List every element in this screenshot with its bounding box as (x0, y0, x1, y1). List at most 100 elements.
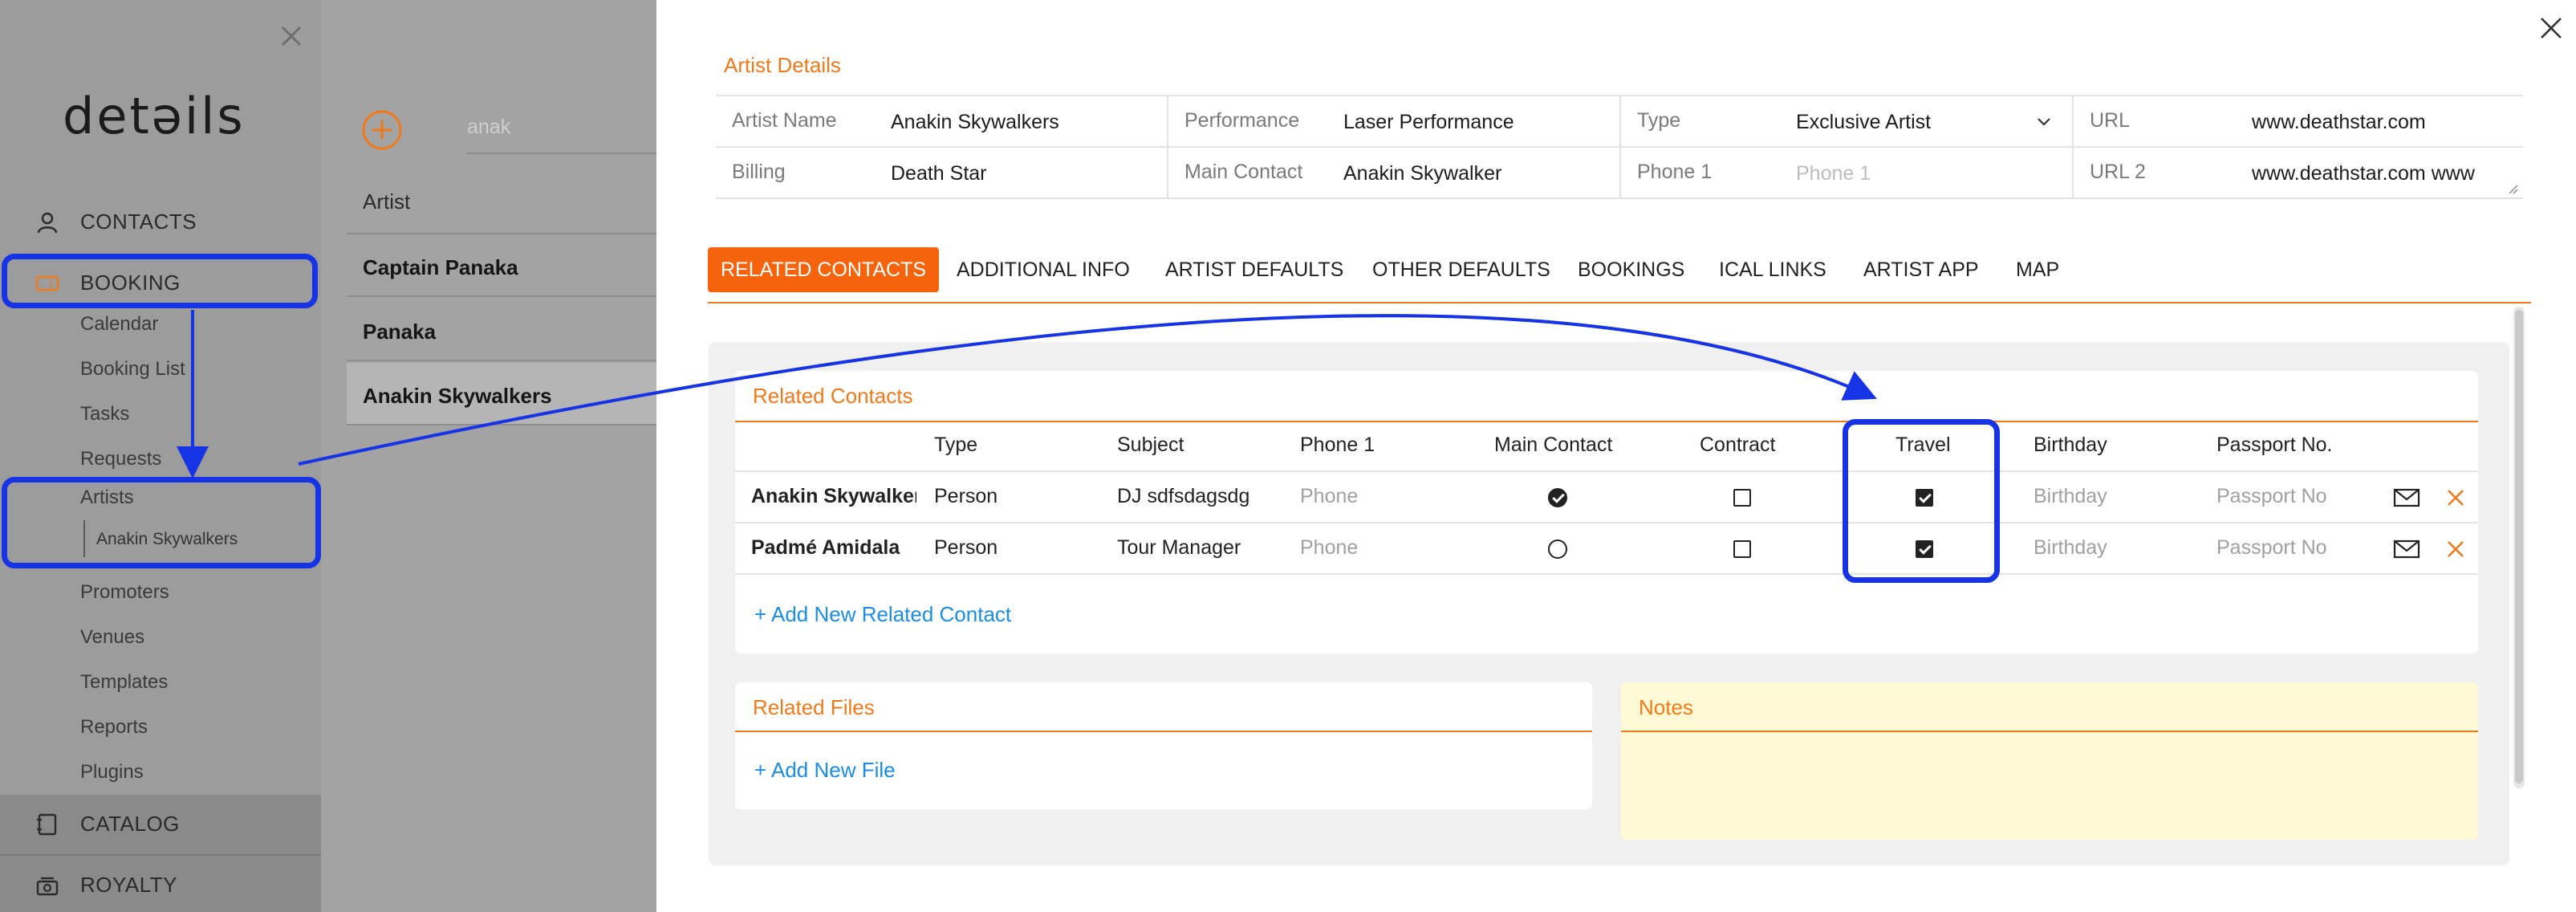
nav-contacts-label: CONTACTS (80, 209, 197, 234)
close-icon[interactable] (279, 24, 303, 48)
nav-royalty-label: ROYALTY (80, 872, 178, 897)
delete-icon[interactable] (2446, 488, 2465, 507)
nav-booking-list[interactable]: Booking List (80, 358, 185, 381)
artist-details-title: Artist Details (724, 53, 841, 77)
artist-list-panel: anak Artist Captain Panaka Panaka Anakin… (321, 0, 658, 912)
contact-phone[interactable]: Phone (1300, 485, 1358, 508)
nav-royalty[interactable]: ROYALTY (0, 862, 321, 907)
related-files-card: Related Files + Add New File (735, 682, 1592, 809)
contact-passport[interactable]: Passport No (2216, 485, 2327, 508)
notes-title: Notes (1639, 695, 1693, 719)
tab-additional-info[interactable]: ADDITIONAL INFO (944, 247, 1143, 292)
nav-tasks[interactable]: Tasks (80, 403, 129, 425)
col-type: Type (934, 434, 978, 456)
field-type-select[interactable]: Type Exclusive Artist (1621, 96, 2074, 148)
field-label: Performance (1184, 109, 1300, 132)
highlight-artists (2, 477, 321, 568)
person-icon (37, 212, 58, 234)
scrollbar-thumb[interactable] (2515, 310, 2523, 784)
add-file-link[interactable]: + Add New File (754, 758, 896, 783)
highlight-travel-column (1843, 419, 2000, 583)
field-value: Laser Performance (1343, 111, 1514, 133)
field-value: Exclusive Artist (1796, 111, 1932, 133)
tabs-underline (708, 302, 2531, 303)
contact-passport[interactable]: Passport No (2216, 536, 2327, 560)
contact-type[interactable]: Person (934, 485, 997, 508)
chevron-down-icon[interactable] (2037, 117, 2051, 127)
col-passport: Passport No. (2216, 434, 2333, 456)
tab-other-defaults[interactable]: OTHER DEFAULTS (1359, 247, 1563, 292)
col-main-contact: Main Contact (1494, 434, 1613, 456)
nav-promoters[interactable]: Promoters (80, 581, 169, 604)
list-item-label: Panaka (363, 320, 437, 344)
divider (0, 854, 321, 856)
list-item-selected[interactable]: Anakin Skywalkers (347, 363, 658, 425)
field-value: www.deathstar.com www (2252, 162, 2475, 185)
col-birthday: Birthday (2034, 434, 2107, 456)
col-phone1: Phone 1 (1300, 434, 1375, 456)
field-value: Anakin Skywalker (1343, 162, 1502, 185)
nav-catalog-label: CATALOG (80, 811, 180, 836)
contact-name[interactable]: Padmé Amidala (751, 536, 900, 560)
field-artist-name[interactable]: Artist Name Anakin Skywalkers (716, 96, 1168, 148)
add-related-contact-link[interactable]: + Add New Related Contact (754, 602, 1011, 627)
tab-artist-defaults[interactable]: ARTIST DEFAULTS (1152, 247, 1356, 292)
field-value: www.deathstar.com (2252, 111, 2426, 133)
tab-artist-app[interactable]: ARTIST APP (1851, 247, 1992, 292)
delete-icon[interactable] (2446, 539, 2465, 559)
row-divider (735, 522, 2478, 523)
field-value: Death Star (891, 162, 987, 185)
notes-card[interactable]: Notes (1621, 682, 2478, 840)
field-url[interactable]: URL www.deathstar.com (2074, 96, 2523, 148)
search-input[interactable]: anak (467, 116, 510, 139)
nav-plugins[interactable]: Plugins (80, 761, 144, 784)
field-label: URL (2090, 109, 2131, 132)
main-contact-radio[interactable] (1548, 488, 1567, 507)
nav-requests[interactable]: Requests (80, 448, 161, 470)
field-billing[interactable]: Billing Death Star (716, 148, 1168, 199)
contact-birthday[interactable]: Birthday (2034, 485, 2107, 508)
nav-reports[interactable]: Reports (80, 716, 148, 739)
field-url2[interactable]: URL 2 www.deathstar.com www (2074, 148, 2523, 199)
list-item[interactable]: Panaka (347, 299, 658, 361)
highlight-booking (2, 254, 318, 308)
nav-venues[interactable]: Venues (80, 626, 144, 649)
related-files-title: Related Files (753, 695, 875, 719)
contact-subject[interactable]: Tour Manager (1117, 536, 1241, 560)
card-title-rule (1621, 731, 2478, 732)
artist-column-header: Artist (363, 189, 411, 214)
contract-checkbox[interactable] (1733, 489, 1751, 507)
catalog-icon (37, 813, 57, 836)
contact-phone[interactable]: Phone (1300, 536, 1358, 560)
contact-name[interactable]: Anakin Skywalker (751, 485, 916, 508)
col-subject: Subject (1117, 434, 1184, 456)
main-contact-radio[interactable] (1548, 539, 1567, 559)
contact-type[interactable]: Person (934, 536, 997, 560)
nav-catalog[interactable]: CATALOG (0, 801, 321, 846)
add-circle-icon[interactable] (361, 109, 403, 151)
field-phone1[interactable]: Phone 1 Phone 1 (1621, 148, 2074, 199)
list-item[interactable]: Captain Panaka (347, 234, 658, 297)
field-label: Artist Name (732, 109, 837, 132)
nav-templates[interactable]: Templates (80, 671, 168, 694)
contact-birthday[interactable]: Birthday (2034, 536, 2107, 560)
contact-subject[interactable]: DJ sdfsdagsdg (1117, 485, 1249, 508)
tab-related-contacts[interactable]: RELATED CONTACTS (708, 247, 940, 292)
contract-checkbox[interactable] (1733, 540, 1751, 558)
field-performance[interactable]: Performance Laser Performance (1168, 96, 1621, 148)
resize-handle-icon[interactable] (2507, 183, 2518, 194)
tab-map[interactable]: MAP (2003, 247, 2072, 292)
list-item-label: Captain Panaka (363, 255, 518, 279)
tab-ical-links[interactable]: ICAL LINKS (1706, 247, 1839, 292)
field-main-contact[interactable]: Main Contact Anakin Skywalker (1168, 148, 1621, 199)
nav-calendar[interactable]: Calendar (80, 313, 158, 336)
search-underline (467, 153, 658, 154)
card-title-rule (735, 731, 1592, 732)
nav-contacts[interactable]: CONTACTS (0, 199, 321, 244)
tab-bookings[interactable]: BOOKINGS (1565, 247, 1697, 292)
mail-icon[interactable] (2393, 488, 2420, 507)
close-panel-icon[interactable] (2539, 16, 2563, 40)
header-row-divider (735, 470, 2478, 472)
field-label: Type (1637, 109, 1681, 132)
mail-icon[interactable] (2393, 539, 2420, 559)
